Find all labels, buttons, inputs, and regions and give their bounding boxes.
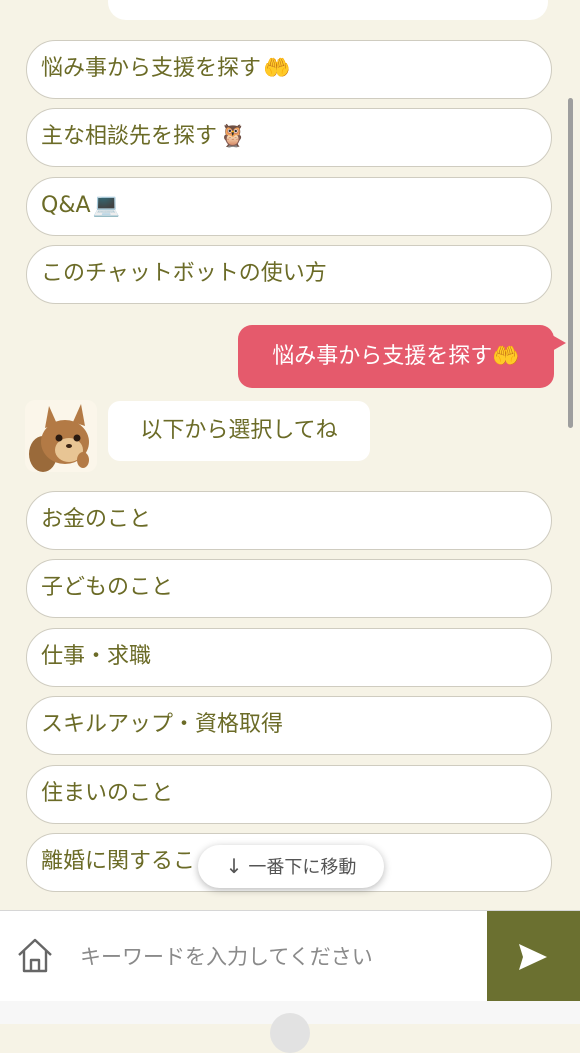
- scrollbar[interactable]: [568, 98, 573, 428]
- scroll-to-bottom-button[interactable]: ↓ 一番下に移動: [198, 845, 384, 888]
- previous-bot-bubble: [108, 0, 548, 20]
- option-label: スキルアップ・資格取得: [41, 712, 284, 737]
- owl-icon: 🦉: [219, 124, 247, 149]
- option-label: 子どものこと: [41, 575, 174, 600]
- chat-area: 悩み事から支援を探す🤲 主な相談先を探す🦉 Q&A💻 このチャットボットの使い方…: [0, 0, 580, 910]
- scroll-to-bottom-label: 一番下に移動: [248, 857, 357, 878]
- option-label: 離婚に関するこ: [41, 849, 196, 874]
- option-label: 主な相談先を探す: [41, 124, 218, 149]
- hands-icon: 🤲: [263, 56, 291, 81]
- send-button[interactable]: [487, 911, 580, 1002]
- bottom-strip: [0, 1001, 580, 1053]
- option-housing[interactable]: 住まいのこと: [26, 765, 552, 824]
- user-message-text: 悩み事から支援を探す: [272, 344, 493, 369]
- send-icon: [519, 944, 547, 970]
- squirrel-avatar: [25, 400, 97, 472]
- bottom-indicator: [270, 1013, 310, 1053]
- option-label: 住まいのこと: [41, 781, 174, 806]
- input-bar: [0, 910, 580, 1002]
- option-skillup[interactable]: スキルアップ・資格取得: [26, 696, 552, 755]
- option-work[interactable]: 仕事・求職: [26, 628, 552, 687]
- option-label: Q&A: [41, 193, 91, 218]
- user-message-bubble: 悩み事から支援を探す🤲: [238, 325, 566, 388]
- option-money[interactable]: お金のこと: [26, 491, 552, 550]
- arrow-down-icon: ↓: [225, 854, 243, 878]
- option-how-to-use[interactable]: このチャットボットの使い方: [26, 245, 552, 304]
- option-label: 悩み事から支援を探す: [41, 56, 262, 81]
- option-find-consultation[interactable]: 主な相談先を探す🦉: [26, 108, 552, 167]
- keyword-input[interactable]: [66, 931, 482, 983]
- option-qa[interactable]: Q&A💻: [26, 177, 552, 236]
- option-label: 仕事・求職: [41, 644, 152, 669]
- option-label: このチャットボットの使い方: [41, 261, 327, 286]
- option-children[interactable]: 子どものこと: [26, 559, 552, 618]
- option-label: お金のこと: [41, 507, 152, 532]
- bot-message-text: 以下から選択してね: [140, 418, 338, 443]
- option-find-support[interactable]: 悩み事から支援を探す🤲: [26, 40, 552, 99]
- hands-icon: 🤲: [492, 344, 520, 369]
- bot-message-bubble: 以下から選択してね: [108, 401, 370, 461]
- home-icon[interactable]: [14, 935, 56, 977]
- laptop-icon: 💻: [92, 193, 120, 218]
